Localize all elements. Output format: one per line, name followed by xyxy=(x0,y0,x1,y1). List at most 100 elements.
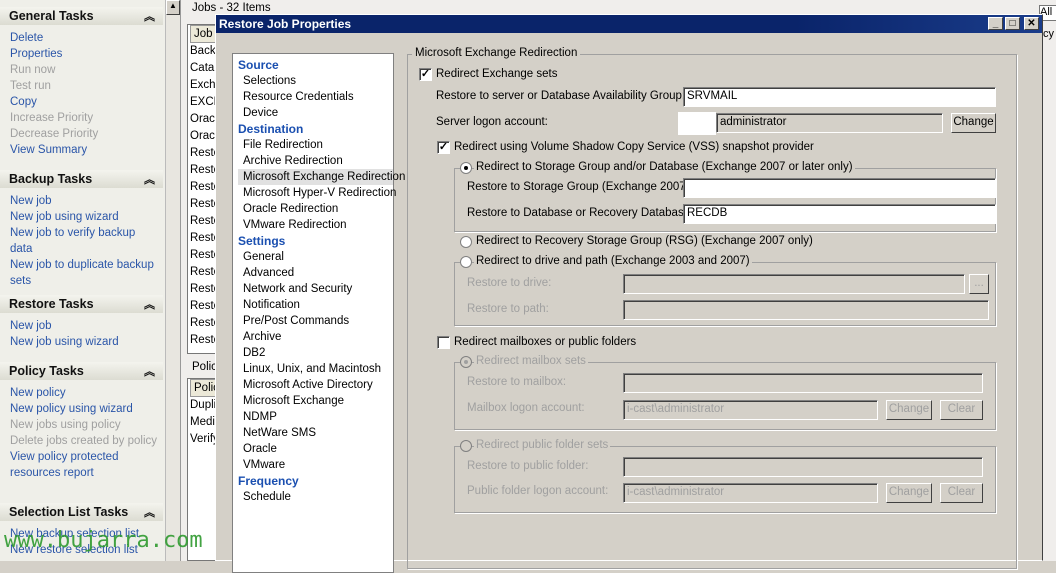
nav-item[interactable]: File Redirection xyxy=(238,137,393,153)
vss-label: Redirect using Volume Shadow Copy Servic… xyxy=(454,141,814,153)
task-section-title: Backup Tasks xyxy=(9,172,93,186)
task-link[interactable]: View Summary xyxy=(10,142,160,158)
nav-heading: Settings xyxy=(238,234,286,248)
nav-item[interactable]: General xyxy=(238,249,393,265)
public-folder-sets-label: Redirect public folder sets xyxy=(474,439,611,451)
nav-item[interactable]: Oracle xyxy=(238,441,393,457)
task-section-header[interactable]: Selection List Tasks ︽ xyxy=(0,503,163,521)
jobs-title: Jobs - 32 Items xyxy=(192,2,271,14)
pf-clear-button[interactable]: Clear xyxy=(940,483,983,503)
drive-path-radio[interactable] xyxy=(460,256,472,268)
nav-item[interactable]: VMware xyxy=(238,457,393,473)
task-link[interactable]: View policy protected resources report xyxy=(10,449,160,481)
task-pane-scrollbar[interactable]: ▲ xyxy=(165,0,180,561)
task-link[interactable]: Test run xyxy=(10,78,160,94)
task-section-header[interactable]: Restore Tasks ︽ xyxy=(0,295,163,313)
drive-path-radio-label: Redirect to drive and path (Exchange 200… xyxy=(474,255,752,267)
nav-item[interactable]: Selections xyxy=(238,73,393,89)
task-section-title: Policy Tasks xyxy=(9,364,84,378)
task-link[interactable]: Increase Priority xyxy=(10,110,160,126)
nav-item[interactable]: Archive xyxy=(238,329,393,345)
task-section-header[interactable]: General Tasks ︽ xyxy=(0,7,163,25)
mailbox-change-button[interactable]: Change xyxy=(886,400,932,420)
task-section-header[interactable]: Policy Tasks ︽ xyxy=(0,362,163,380)
redirect-exchange-sets-checkbox[interactable]: ✓ xyxy=(419,68,432,81)
task-link[interactable]: New job xyxy=(10,193,160,209)
task-link[interactable]: New job to verify backup data xyxy=(10,225,160,257)
nav-item[interactable]: NDMP xyxy=(238,409,393,425)
collapse-icon[interactable]: ︽ xyxy=(144,504,155,520)
group-title: Microsoft Exchange Redirection xyxy=(412,47,581,59)
task-link[interactable]: Delete jobs created by policy xyxy=(10,433,160,449)
mailbox-sets-label: Redirect mailbox sets xyxy=(474,355,588,367)
nav-item[interactable]: Microsoft Exchange Redirection xyxy=(238,169,405,185)
properties-nav: Source Selections Resource Credentials Devi… xyxy=(232,53,405,573)
nav-item[interactable]: Linux, Unix, and Macintosh xyxy=(238,361,393,377)
task-link[interactable]: New job using wizard xyxy=(10,209,160,225)
restore-mailbox-label: Restore to mailbox: xyxy=(467,376,567,388)
storage-group-radio-label: Redirect to Storage Group and/or Databas… xyxy=(474,161,855,173)
collapse-icon[interactable]: ︽ xyxy=(144,171,155,187)
dialog-titlebar[interactable]: Restore Job Properties _ □ ✕ xyxy=(216,15,1042,33)
nav-heading: Frequency xyxy=(238,474,299,488)
maximize-icon[interactable]: □ xyxy=(1005,17,1020,30)
nav-heading: Source xyxy=(238,58,279,72)
nav-item[interactable]: Schedule xyxy=(238,489,393,505)
storage-group-input[interactable] xyxy=(683,178,996,198)
database-input[interactable]: RECDB xyxy=(683,204,996,224)
server-input[interactable]: SRVMAIL xyxy=(683,87,996,107)
nav-item[interactable]: VMware Redirection xyxy=(238,217,393,233)
task-link[interactable]: New job xyxy=(10,318,160,334)
nav-item[interactable]: Device xyxy=(238,105,393,121)
redacted-area xyxy=(678,112,716,135)
collapse-icon[interactable]: ︽ xyxy=(144,8,155,24)
storage-group-label: Restore to Storage Group (Exchange 2007)… xyxy=(467,181,693,193)
redirect-exchange-sets-label: Redirect Exchange sets xyxy=(436,68,558,80)
mailbox-clear-button[interactable]: Clear xyxy=(940,400,983,420)
task-link[interactable]: Properties xyxy=(10,46,160,62)
nav-item[interactable]: Notification xyxy=(238,297,393,313)
nav-item[interactable]: Microsoft Exchange xyxy=(238,393,393,409)
nav-item[interactable]: Advanced xyxy=(238,265,393,281)
storage-group-radio[interactable] xyxy=(460,162,472,174)
nav-item[interactable]: Archive Redirection xyxy=(238,153,393,169)
nav-item[interactable]: NetWare SMS xyxy=(238,425,393,441)
task-section-title: General Tasks xyxy=(9,9,94,23)
restore-mailbox-input xyxy=(623,373,983,393)
minimize-icon[interactable]: _ xyxy=(988,17,1003,30)
nav-item[interactable]: DB2 xyxy=(238,345,393,361)
close-icon[interactable]: ✕ xyxy=(1024,17,1039,30)
nav-item[interactable]: Resource Credentials xyxy=(238,89,393,105)
server-logon-label: Server logon account: xyxy=(436,116,548,128)
collapse-icon[interactable]: ︽ xyxy=(144,296,155,312)
nav-item[interactable]: Oracle Redirection xyxy=(238,201,393,217)
pf-change-button[interactable]: Change xyxy=(886,483,932,503)
task-section-header[interactable]: Backup Tasks ︽ xyxy=(0,170,163,188)
watermark: www.bujarra.com xyxy=(4,528,203,553)
rsg-radio[interactable] xyxy=(460,236,472,248)
task-link[interactable]: Run now xyxy=(10,62,160,78)
task-link[interactable]: New policy xyxy=(10,385,160,401)
change-logon-button[interactable]: Change xyxy=(951,113,996,133)
nav-item[interactable]: Microsoft Hyper-V Redirection xyxy=(238,185,396,201)
nav-item[interactable]: Microsoft Active Directory xyxy=(238,377,393,393)
task-link[interactable]: New job to duplicate backup sets xyxy=(10,257,160,289)
task-section-title: Selection List Tasks xyxy=(9,505,129,519)
collapse-icon[interactable]: ︽ xyxy=(144,363,155,379)
task-link[interactable]: New policy using wizard xyxy=(10,401,160,417)
server-logon-input: administrator xyxy=(716,113,943,133)
nav-item[interactable]: Network and Security xyxy=(238,281,393,297)
redirect-mailboxes-checkbox[interactable] xyxy=(437,336,450,349)
vss-checkbox[interactable]: ✓ xyxy=(437,141,450,154)
mailbox-sets-radio[interactable] xyxy=(460,356,472,368)
public-folder-input xyxy=(623,457,983,477)
browse-drive-button[interactable]: ... xyxy=(969,274,989,294)
public-folder-radio[interactable] xyxy=(460,440,472,452)
scroll-up-icon[interactable]: ▲ xyxy=(166,0,180,15)
nav-item[interactable]: Pre/Post Commands xyxy=(238,313,393,329)
task-link[interactable]: Delete xyxy=(10,30,160,46)
task-link[interactable]: New job using wizard xyxy=(10,334,160,350)
task-link[interactable]: Copy xyxy=(10,94,160,110)
task-link[interactable]: New jobs using policy xyxy=(10,417,160,433)
task-link[interactable]: Decrease Priority xyxy=(10,126,160,142)
